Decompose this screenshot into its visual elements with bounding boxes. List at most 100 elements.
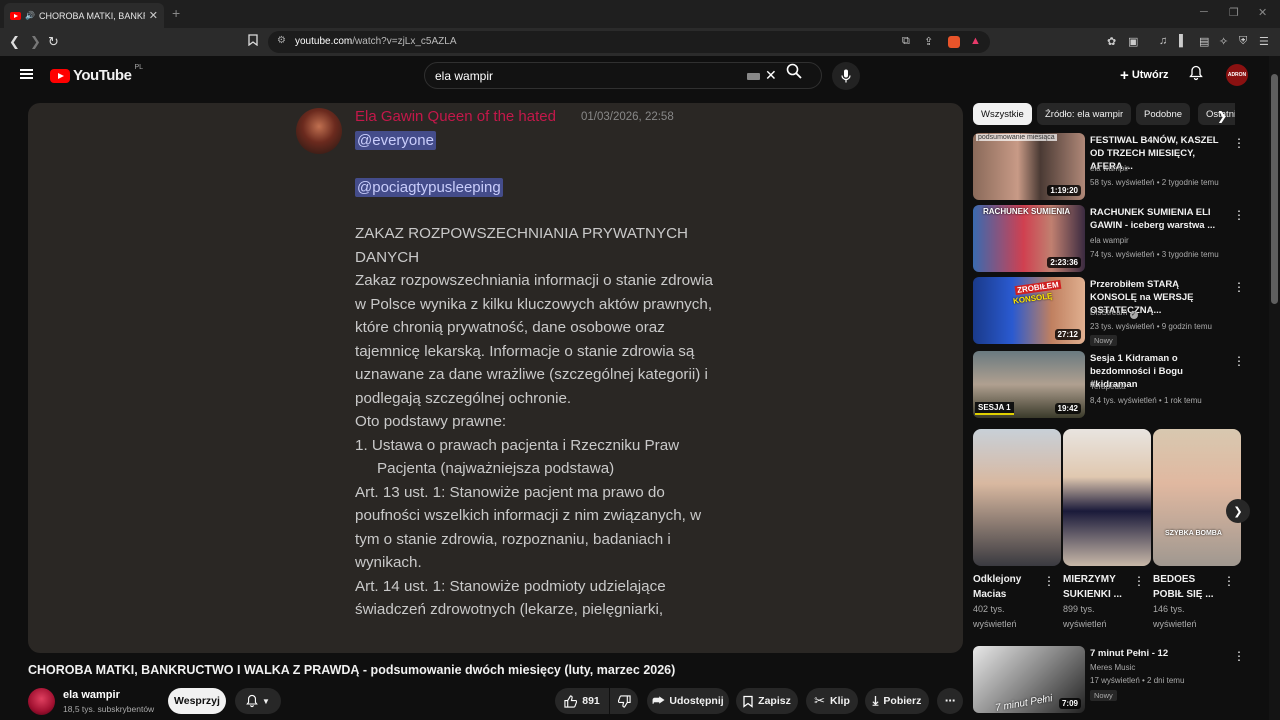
recommendation-title: 7 minut Pełni - 12 bbox=[1090, 648, 1169, 659]
forward-icon[interactable]: ❯ bbox=[30, 34, 41, 50]
filter-chips: Wszystkie Źródło: ela wampir Podobne Ost… bbox=[973, 103, 1235, 125]
channel-avatar[interactable] bbox=[28, 688, 55, 715]
sidebar-icon[interactable]: ▌ bbox=[1179, 35, 1187, 47]
chevron-right-icon[interactable]: ❯ bbox=[1217, 109, 1227, 123]
short-item[interactable]: SZYBKA BOMBA BEDOES POBIŁ SIĘ ... 146 ty… bbox=[1153, 429, 1241, 632]
recommendation-item[interactable]: SESJA 1 19:42 Sesja 1 Kidraman o bezdomn… bbox=[973, 351, 1253, 419]
address-bar[interactable]: ⚙ youtube.com/watch?v=zjLx_c5AZLA ⧉ ⇪ ▲ bbox=[268, 31, 990, 53]
chip-source[interactable]: Źródło: ela wampir bbox=[1037, 103, 1132, 125]
recommendation-item[interactable]: podsumowanie miesiąca 1:19:20 FESTIWAL B… bbox=[973, 133, 1253, 201]
support-button[interactable]: Wesprzyj bbox=[168, 688, 226, 714]
channel-name[interactable]: ela wampir bbox=[63, 689, 120, 701]
bookmark-icon bbox=[743, 695, 753, 708]
video-thumbnail[interactable]: podsumowanie miesiąca 1:19:20 bbox=[973, 133, 1085, 200]
back-icon[interactable]: ❮ bbox=[9, 34, 20, 50]
keyboard-icon[interactable] bbox=[747, 73, 760, 80]
minimize-icon[interactable]: ─ bbox=[1200, 6, 1208, 18]
page-scrollbar[interactable] bbox=[1269, 56, 1280, 720]
more-vertical-icon[interactable]: ⋮ bbox=[1233, 136, 1245, 150]
maximize-icon[interactable]: ❐ bbox=[1229, 6, 1239, 19]
short-item[interactable]: MIERZYMY SUKIENKI ... 899 tys. wyświetle… bbox=[1063, 429, 1151, 632]
menu-icon[interactable]: ☰ bbox=[1259, 35, 1269, 48]
video-thumbnail[interactable]: ZROBIŁEM KONSOLĘ 27:12 bbox=[973, 277, 1085, 344]
brave-shield-icon[interactable] bbox=[948, 36, 960, 48]
short-item[interactable]: Odklejony Macias 402 tys. wyświetleń ⋮ bbox=[973, 429, 1061, 632]
leo-ai-icon[interactable]: ✧ bbox=[1219, 35, 1228, 48]
short-views: 146 tys. wyświetleń bbox=[1153, 604, 1197, 629]
short-thumbnail[interactable] bbox=[973, 429, 1061, 566]
youtube-logo[interactable]: YouTube PL bbox=[50, 64, 143, 84]
search-icon bbox=[786, 63, 802, 79]
chip-related[interactable]: Podobne bbox=[1136, 103, 1191, 125]
like-button[interactable]: 891 bbox=[555, 688, 609, 714]
reload-icon[interactable]: ↻ bbox=[48, 34, 59, 50]
guide-menu-icon[interactable] bbox=[20, 69, 33, 79]
download-button[interactable]: ⤓ Pobierz bbox=[865, 688, 929, 714]
more-vertical-icon[interactable]: ⋮ bbox=[1233, 208, 1245, 222]
search-box[interactable]: ela wampir ✕ bbox=[424, 62, 822, 89]
wallet-icon[interactable]: ▤ bbox=[1199, 35, 1209, 48]
voice-search-button[interactable] bbox=[832, 62, 860, 90]
search-button[interactable] bbox=[786, 63, 818, 88]
share-page-icon[interactable]: ⇪ bbox=[924, 35, 933, 48]
short-thumbnail[interactable]: SZYBKA BOMBA bbox=[1153, 429, 1241, 566]
more-vertical-icon[interactable]: ⋮ bbox=[1043, 574, 1055, 588]
recommendation-item[interactable]: RACHUNEK SUMIENIA 2:23:36 RACHUNEK SUMIE… bbox=[973, 205, 1253, 273]
tab-close-icon[interactable]: ✕ bbox=[149, 9, 158, 22]
message-line: Zakaz rozpowszechniania informacji o sta… bbox=[355, 272, 713, 407]
dislike-button[interactable] bbox=[610, 688, 638, 714]
scrollbar-thumb[interactable] bbox=[1271, 74, 1278, 304]
browser-tab[interactable]: 🔊 CHOROBA MATKI, BANKRUC ✕ bbox=[4, 3, 164, 28]
subscription-bell-button[interactable]: ▼ bbox=[235, 688, 281, 714]
more-vertical-icon[interactable]: ⋮ bbox=[1233, 354, 1245, 368]
create-button[interactable]: + Utwórz bbox=[1120, 67, 1169, 84]
more-vertical-icon[interactable]: ⋮ bbox=[1133, 574, 1145, 588]
brave-rewards-icon[interactable]: ▲ bbox=[970, 35, 981, 47]
short-title: MIERZYMY SUKIENKI ... bbox=[1063, 574, 1122, 600]
clip-button[interactable]: ✂ Klip bbox=[806, 688, 858, 714]
clear-search-icon[interactable]: ✕ bbox=[765, 67, 777, 84]
microphone-icon bbox=[841, 69, 851, 82]
like-count: 891 bbox=[582, 695, 600, 707]
account-avatar[interactable]: ADRON bbox=[1226, 64, 1248, 86]
download-icon: ⤓ bbox=[872, 693, 879, 708]
search-input[interactable]: ela wampir bbox=[435, 69, 493, 83]
short-thumbnail[interactable] bbox=[1063, 429, 1151, 566]
bookmark-icon[interactable] bbox=[248, 34, 258, 49]
shorts-next-button[interactable]: ❯ bbox=[1226, 499, 1250, 523]
notifications-button[interactable] bbox=[1189, 65, 1203, 86]
youtube-play-icon bbox=[50, 68, 70, 83]
close-window-icon[interactable]: ✕ bbox=[1258, 6, 1267, 19]
message-author-avatar bbox=[296, 108, 342, 154]
short-title: BEDOES POBIŁ SIĘ ... bbox=[1153, 574, 1214, 600]
share-button[interactable]: ⮫ Udostępnij bbox=[647, 688, 729, 714]
recommendation-title: RACHUNEK SUMIENIA ELI GAWIN - iceberg wa… bbox=[1090, 207, 1216, 231]
more-vertical-icon[interactable]: ⋮ bbox=[1233, 280, 1245, 294]
open-in-app-icon[interactable]: ⧉ bbox=[902, 35, 910, 48]
new-tab-button[interactable]: + bbox=[172, 5, 180, 21]
plus-icon: + bbox=[1120, 67, 1129, 84]
more-vertical-icon[interactable]: ⋮ bbox=[1233, 649, 1245, 663]
recommendation-meta: 58 tys. wyświetleń • 2 tygodnie temu bbox=[1090, 178, 1219, 187]
video-thumbnail[interactable]: SESJA 1 19:42 bbox=[973, 351, 1085, 418]
music-icon[interactable]: ♫ bbox=[1159, 35, 1167, 47]
extensions-icon[interactable]: ✿ bbox=[1107, 35, 1116, 48]
recommendation-channel: ela wampir bbox=[1090, 164, 1129, 173]
mention-everyone: @everyone bbox=[355, 131, 436, 150]
recommendation-meta: 23 tys. wyświetleń • 9 godzin temu bbox=[1090, 322, 1212, 331]
chip-all[interactable]: Wszystkie bbox=[973, 103, 1032, 125]
vpn-icon[interactable]: ⛨ bbox=[1239, 35, 1247, 48]
recommendation-item[interactable]: 7 minut Pełni 7:09 7 minut Pełni - 12 Me… bbox=[973, 646, 1253, 714]
video-player[interactable]: Ela Gawin Queen of the hated 01/03/2026,… bbox=[28, 103, 963, 653]
site-info-icon[interactable]: ⚙ bbox=[277, 35, 286, 46]
more-actions-button[interactable]: ⋯ bbox=[937, 688, 963, 714]
speaker-icon[interactable]: 🔊 bbox=[25, 11, 35, 20]
recommendation-item[interactable]: ZROBIŁEM KONSOLĘ 27:12 Przerobiłem STARĄ… bbox=[973, 277, 1253, 346]
youtube-favicon-icon bbox=[10, 11, 21, 20]
save-button[interactable]: Zapisz bbox=[736, 688, 798, 714]
video-thumbnail[interactable]: 7 minut Pełni 7:09 bbox=[973, 646, 1085, 713]
more-vertical-icon[interactable]: ⋮ bbox=[1223, 574, 1235, 588]
video-thumbnail[interactable]: RACHUNEK SUMIENIA 2:23:36 bbox=[973, 205, 1085, 272]
screenshot-icon[interactable]: ▣ bbox=[1128, 35, 1138, 48]
short-views: 899 tys. wyświetleń bbox=[1063, 604, 1107, 629]
